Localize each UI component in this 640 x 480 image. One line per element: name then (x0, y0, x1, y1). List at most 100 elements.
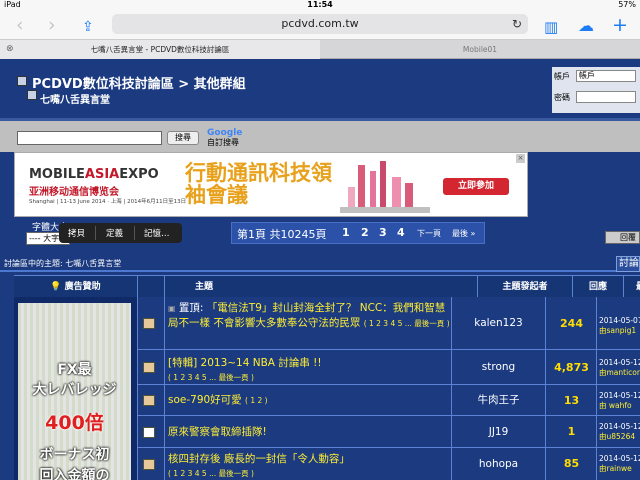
username-input[interactable]: 帳戶 (576, 70, 636, 82)
tab-mobile01[interactable]: Mobile01 (320, 40, 640, 59)
col-ad: 💡 廣告贊助 (14, 276, 138, 298)
author-cell[interactable]: strong (451, 350, 546, 384)
google-caption: 自訂搜尋 (207, 138, 239, 147)
replies-cell: 85 (547, 448, 597, 480)
ios-status-bar: iPad 11:54 57% (0, 0, 640, 11)
pin-icon: ▣ (168, 304, 176, 313)
author-cell[interactable]: kalen123 (451, 297, 546, 349)
row-icon-cell (138, 448, 165, 480)
topic-table-header: 💡 廣告贊助 主題 主題發起者 回應 最後發表 (14, 275, 640, 298)
login-box: 帳戶 帳戶 密碼 (552, 67, 640, 113)
password-label: 密碼 (554, 93, 570, 102)
divider (134, 226, 135, 240)
table-row: ▣ 置頂: 「電信法T9」封山封海全封了？ NCC：我們和智慧局不一樣 不會影響… (138, 297, 640, 350)
thread-icon (143, 459, 155, 470)
topic-pages[interactable]: ( 1 2 3 4 5 ... 最後一頁 ) (168, 469, 254, 478)
ad-close-icon[interactable]: × (516, 154, 525, 163)
close-tab-icon[interactable]: ⊗ (6, 40, 14, 59)
browser-tab-strip: ⊗ 七嘴八舌異言堂 - PCDVD數位科技討論區 Mobile01 (0, 40, 640, 59)
text-selection-popup: 拷貝 定義 記憶… (59, 223, 182, 243)
discussion-tab[interactable]: 討論 (616, 256, 640, 272)
topic-title[interactable]: [特輯] 2013~14 NBA 討論串 !! (168, 357, 322, 369)
last-post-cell: 2014-05-07 03 由sanpig1 (599, 316, 640, 336)
last-post-date: 2014-05-12 11 (599, 422, 640, 431)
bookmarks-icon[interactable]: ▥ (544, 16, 558, 38)
reload-icon[interactable]: ↻ (512, 14, 522, 34)
folder-icon (17, 76, 27, 86)
col-last[interactable]: 最後發表 (624, 276, 640, 298)
breadcrumb[interactable]: PCDVD數位科技討論區 > 其他群組 (32, 73, 246, 92)
topic-cell: [特輯] 2013~14 NBA 討論串 !! ( 1 2 3 4 5 ... … (168, 356, 450, 385)
define-menu-item[interactable]: 定義 (106, 227, 123, 239)
col-topic[interactable]: 主題 (165, 276, 478, 298)
last-page-link[interactable]: 最後 » (452, 228, 475, 239)
col-icon (138, 276, 165, 298)
search-input[interactable] (17, 131, 162, 145)
battery-percent: 57% (618, 0, 636, 9)
banner-dates: Shanghai | 11-13 June 2014 · 上海 | 2014年6… (29, 199, 187, 205)
row-icon-cell (138, 385, 165, 415)
author-cell[interactable]: hohopa (451, 448, 546, 480)
last-post-date: 2014-05-12 11 (599, 391, 640, 400)
last-post-date: 2014-05-07 03 (599, 316, 640, 325)
search-button[interactable]: 搜尋 (167, 131, 199, 145)
banner-ad[interactable]: MOBILEASIAEXPO 亚洲移动通信博览会 Shanghai | 11-1… (14, 152, 528, 217)
topic-title[interactable]: 原來警察會取締插隊! (168, 426, 267, 438)
ad-line: 回入金額の (39, 468, 110, 480)
thread-icon (143, 395, 155, 406)
replies-cell: 244 (547, 297, 597, 349)
icloud-tabs-icon[interactable]: ☁ (578, 15, 594, 37)
join-now-button[interactable]: 立即參加 (443, 178, 509, 195)
sponsor-ad[interactable]: FX最 大レバレッジ 400倍 ボーナス初 回入金額の (18, 303, 131, 480)
author-cell[interactable]: JJ19 (451, 416, 546, 447)
page-2[interactable]: 2 (361, 226, 369, 239)
page-info: 第1頁 共10245頁 (237, 228, 327, 241)
last-post-user[interactable]: 由rainwe (599, 464, 640, 474)
row-icon-cell (138, 416, 165, 447)
clock: 11:54 (307, 0, 333, 9)
envelope-icon (143, 427, 155, 438)
col-replies[interactable]: 回應 (573, 276, 624, 298)
new-tab-icon[interactable]: + (612, 14, 628, 36)
last-post-cell: 2014-05-12 11 由manticore (599, 358, 640, 378)
next-page-link[interactable]: 下一頁 (417, 228, 441, 239)
last-post-user[interactable]: 由sanpig1 (599, 326, 640, 336)
skyline-image (340, 157, 430, 213)
back-icon[interactable]: ‹ (16, 14, 24, 36)
topic-pages[interactable]: ( 1 2 3 4 5 ... 最後一頁 ) (364, 319, 450, 328)
last-post-cell: 2014-05-12 11 由 wahfo (599, 391, 640, 411)
last-post-user[interactable]: 由 wahfo (599, 401, 640, 411)
page-3[interactable]: 3 (379, 226, 387, 239)
google-logo: Google (207, 128, 243, 138)
col-author[interactable]: 主題發起者 (478, 276, 573, 298)
copy-menu-item[interactable]: 拷貝 (68, 227, 85, 239)
topic-title[interactable]: soe-790好可愛 (168, 394, 242, 406)
last-post-user[interactable]: 由u85264 (599, 432, 640, 442)
address-bar[interactable]: pcdvd.com.tw ↻ (112, 14, 528, 34)
banner-subtitle: 亚洲移动通信博览会 (29, 187, 119, 198)
ad-line: 大レバレッジ (32, 382, 117, 398)
banner-headline: 行動通訊科技領袖會議 (185, 161, 332, 207)
replies-cell: 1 (547, 416, 597, 447)
password-input[interactable] (576, 91, 636, 103)
last-post-user[interactable]: 由manticore (599, 368, 640, 378)
ad-line: FX最 (57, 362, 92, 378)
reply-button[interactable]: 回覆 (605, 231, 640, 244)
last-post-cell: 2014-05-12 11 由u85264 (599, 422, 640, 442)
sponsor-column: FX最 大レバレッジ 400倍 ボーナス初 回入金額の (14, 297, 138, 480)
forum-header: PCDVD數位科技討論區 > 其他群組 七嘴八舌異言堂 帳戶 帳戶 密碼 (0, 59, 640, 118)
remember-menu-item[interactable]: 記憶… (144, 227, 170, 239)
forward-icon[interactable]: › (48, 14, 56, 36)
table-row: 原來警察會取締插隊! JJ19 1 2014-05-12 11 由u85264 (138, 416, 640, 448)
author-cell[interactable]: 牛肉王子 (451, 385, 546, 415)
topic-pages[interactable]: ( 1 2 ) (245, 396, 268, 405)
topic-path-row: 討論區中的主題: 七嘴八舌異言堂 討論 (0, 256, 640, 272)
last-post-date: 2014-05-12 11 (599, 358, 640, 367)
topic-pages[interactable]: ( 1 2 3 4 5 ... 最後一頁 ) (168, 373, 254, 382)
topic-title[interactable]: 核四封存後 廠長的一封信「令人動容」 (168, 453, 350, 465)
folder-open-icon (27, 90, 37, 100)
sticky-prefix: 置頂: (178, 302, 207, 314)
page-4[interactable]: 4 (397, 226, 405, 239)
tab-pcdvd[interactable]: ⊗ 七嘴八舌異言堂 - PCDVD數位科技討論區 (0, 40, 320, 59)
share-icon[interactable]: ⇪ (82, 16, 94, 38)
